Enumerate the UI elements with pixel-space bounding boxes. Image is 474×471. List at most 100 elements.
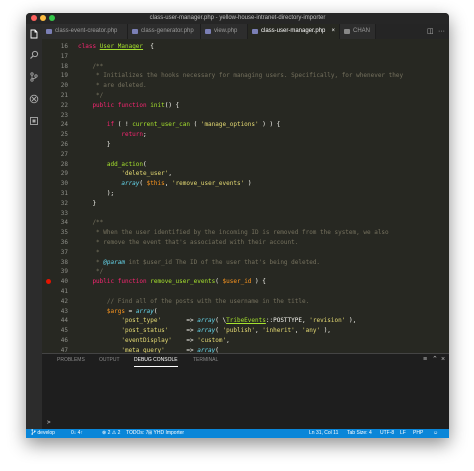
code-token: , [226,337,230,344]
debug-icon[interactable] [29,94,39,104]
source-control-icon[interactable] [29,72,39,82]
code-token: if [78,121,115,129]
problems-indicator[interactable]: ⊗ 2 ⚠ 2 [102,429,120,438]
line-number: 42 [60,297,68,305]
line-number: 18 [60,62,68,70]
code-editor[interactable]: 16 class User_Manager {17 18 /** 19 * Initi… [42,39,449,353]
code-token: { [143,43,154,50]
code-text: * are deleted. [78,81,147,90]
code-line[interactable]: 41 [42,287,449,296]
code-text: 'delete_user', [78,169,172,178]
tab-problems[interactable]: PROBLEMS [57,354,85,366]
line-number: 21 [60,92,68,99]
cursor-position[interactable]: Ln 31, Col 11 [309,429,338,438]
branch-indicator[interactable]: develop [31,429,55,438]
code-token: public function [78,278,151,286]
tab-debug-console[interactable]: DEBUG CONSOLE [134,354,178,367]
code-token: 'revision' [309,317,346,325]
tab-terminal[interactable]: TERMINAL [193,354,218,366]
code-text: class User_Manager { [78,42,154,51]
code-token: } [78,199,97,207]
code-line[interactable]: 47 'meta_query' => array( [42,346,449,353]
tab-class-event-creator[interactable]: class-event-creator.php [42,24,128,39]
sync-status[interactable]: 0↓ 4↑ [71,429,83,438]
code-token: class [78,43,100,50]
code-line[interactable]: 16 class User_Manager { [42,42,449,51]
code-line[interactable]: 33 [42,209,449,218]
code-line[interactable]: 39 */ [42,267,449,276]
code-line[interactable]: 29 'delete_user', [42,169,449,178]
code-token: * remove the event that's associated wit… [78,239,299,246]
search-icon[interactable] [29,50,39,60]
tab-size[interactable]: Tab Size: 4 [347,429,372,438]
code-line[interactable]: 40 public function remove_user_events( $… [42,277,449,286]
code-line[interactable]: 44 'post_type' => array( \TribeEvents::P… [42,316,449,325]
line-number: 44 [60,317,68,325]
line-number: 40 [60,278,68,286]
code-token: => [161,317,198,325]
code-line[interactable]: 43 $args = array( [42,307,449,316]
close-tab-icon[interactable]: × [331,24,335,39]
code-token: ), [345,317,357,325]
language-mode[interactable]: PHP [413,429,423,438]
tab-class-user-manager[interactable]: class-user-manager.php × [248,24,340,39]
tab-label: class-generator.php [141,28,194,34]
code-text: array( $this, 'remove_user_events' ) [78,179,251,188]
code-token: ) [244,180,252,188]
code-token: , [168,170,172,178]
code-line[interactable]: 45 'post_status' => array( 'publish', 'i… [42,326,449,335]
extension-status[interactable]: ⊞ YHD Importer [148,429,184,438]
close-panel-icon[interactable]: × [441,354,445,366]
code-line[interactable]: 27 [42,150,449,159]
more-actions-icon[interactable]: ··· [438,24,445,39]
todos-indicator[interactable]: TODOs: 7 [126,429,148,438]
code-line[interactable]: 32 } [42,199,449,208]
maximize-panel-icon[interactable]: ⌃ [432,354,438,366]
code-token: remove_user_events [150,278,216,286]
line-number: 26 [60,141,68,148]
code-line[interactable]: 42 // Find all of the posts with the use… [42,297,449,306]
code-line[interactable]: 38 * @param int $user_id The ID of the u… [42,258,449,267]
code-line[interactable]: 34 /** [42,218,449,227]
encoding[interactable]: UTF-8 [380,429,394,438]
code-line[interactable]: 31 ); [42,189,449,198]
code-line[interactable]: 21 */ [42,91,449,100]
code-token: */ [78,268,104,276]
code-line[interactable]: 37 * [42,248,449,257]
code-line[interactable]: 24 if ( ! current_user_can ( 'manage_opt… [42,120,449,129]
code-token: current_user_can [132,121,190,129]
line-number: 17 [60,52,68,60]
line-number: 29 [60,170,68,178]
tab-view[interactable]: view.php [201,24,248,39]
code-text: */ [78,267,103,276]
code-line[interactable]: 46 'eventDisplay' => 'custom', [42,336,449,345]
code-line[interactable]: 18 /** [42,62,449,71]
tab-output[interactable]: OUTPUT [99,354,120,366]
code-token: ::POSTTYPE, [265,317,310,325]
breakpoint-icon[interactable] [46,279,51,285]
code-line[interactable]: 30 array( $this, 'remove_user_events' ) [42,179,449,188]
clear-console-icon[interactable]: ≡ [423,354,427,366]
code-line[interactable]: 19 * Initializes the hooks necessary for… [42,71,449,80]
tab-class-generator[interactable]: class-generator.php [128,24,201,39]
split-editor-icon[interactable]: ◫ [427,24,434,39]
line-ending[interactable]: LF [400,429,406,438]
code-token: $args [78,307,125,315]
code-line[interactable]: 28 add_action( [42,160,449,169]
console-prompt[interactable]: > [47,419,51,426]
tab-changelog[interactable]: CHAN [340,24,376,39]
code-line[interactable]: 35 * When the user identified by the inc… [42,228,449,237]
code-line[interactable]: 36 * remove the event that's associated … [42,238,449,247]
code-token: => [171,337,198,344]
code-line[interactable]: 25 return; [42,130,449,139]
code-line[interactable]: 23 [42,111,449,120]
code-token: 'custom' [197,337,227,344]
warning-count: 2 [117,430,121,436]
code-line[interactable]: 20 * are deleted. [42,81,449,90]
explorer-icon[interactable] [29,29,39,39]
extensions-icon[interactable] [29,116,39,126]
code-line[interactable]: 22 public function init() { [42,101,449,110]
code-line[interactable]: 26 } [42,140,449,149]
feedback-icon[interactable]: ☺ [433,429,438,438]
code-line[interactable]: 17 [42,52,449,61]
